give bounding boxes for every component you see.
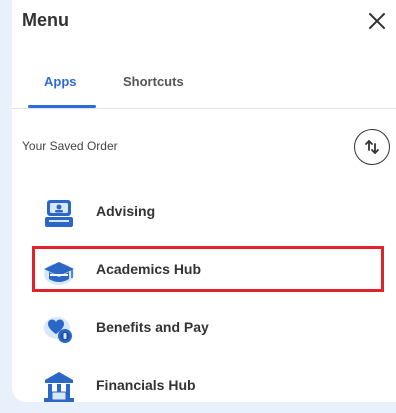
menu-header: Menu	[12, 0, 396, 44]
menu-panel: Menu Apps Shortcuts Your Saved Order Adv…	[12, 0, 396, 402]
highlight-box	[32, 246, 384, 292]
app-item-advising[interactable]: Advising	[32, 190, 384, 236]
bank-icon	[40, 368, 78, 402]
close-icon	[369, 13, 385, 29]
app-label-financials-hub: Financials Hub	[96, 377, 196, 393]
close-button[interactable]	[366, 10, 388, 32]
menu-title: Menu	[22, 10, 69, 30]
advising-icon	[40, 194, 78, 232]
app-label-benefits-and-pay: Benefits and Pay	[96, 319, 209, 335]
app-item-benefits-and-pay[interactable]: Benefits and Pay	[32, 306, 384, 352]
app-label-advising: Advising	[96, 203, 156, 219]
saved-order-label: Your Saved Order	[22, 139, 118, 153]
tabs-divider	[12, 108, 396, 109]
sort-order-button[interactable]	[354, 129, 390, 165]
tab-shortcuts[interactable]: Shortcuts	[123, 74, 184, 89]
sort-arrows-icon	[365, 140, 379, 154]
benefits-icon	[40, 310, 78, 348]
app-item-financials-hub[interactable]: Financials Hub	[32, 364, 384, 402]
menu-tabs: Apps Shortcuts	[12, 62, 396, 108]
tab-apps[interactable]: Apps	[44, 74, 77, 89]
